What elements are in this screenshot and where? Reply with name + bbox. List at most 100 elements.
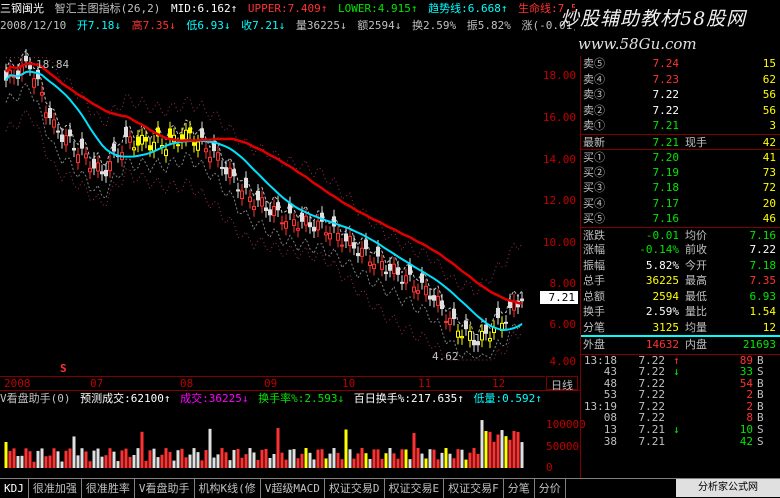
forecast-volume: 预测成交:62100↑ (80, 392, 171, 405)
stat-row: 分笔 3125 均量 12 (583, 320, 776, 334)
volume-chart[interactable] (0, 406, 545, 476)
upper-value: UPPER:7.409↑ (247, 2, 328, 15)
tab-warrant-f[interactable]: 权证交易F (444, 479, 504, 498)
candle-body (24, 55, 28, 62)
volume-bar (408, 459, 412, 468)
indicator-name[interactable]: 智汇主图指标(26,2) (55, 2, 161, 15)
tab-ticks[interactable]: 分笔 (504, 479, 535, 498)
candle-body (28, 65, 32, 70)
volume-bar (252, 452, 256, 468)
volume-bar (248, 448, 252, 468)
candle-body (264, 207, 268, 211)
site-watermark: 炒股辅助教材58股网 www.58Gu.com (560, 4, 780, 56)
date-tick: 11 (418, 377, 432, 390)
bid-row-5[interactable]: 买⑤ 7.16 46 (581, 211, 780, 227)
candle-body (476, 341, 480, 346)
candle-body (460, 336, 464, 339)
volume-indicator-name[interactable]: V看盘助手(0) (0, 392, 71, 405)
watermark-title: 炒股辅助教材58股网 (560, 8, 747, 30)
volume-bar (516, 431, 520, 468)
tab-accurate-winrate[interactable]: 很准胜率 (82, 479, 135, 498)
volume-bar (244, 454, 248, 468)
volume-bar (112, 451, 116, 468)
period-selector[interactable]: 日线 (546, 376, 578, 392)
tab-kdj[interactable]: KDJ (0, 479, 29, 498)
candle-body (240, 190, 244, 200)
volume-bar (416, 448, 420, 468)
tab-v-macd[interactable]: V超级MACD (261, 479, 325, 498)
candlestick-chart[interactable] (0, 34, 545, 376)
candle-body (352, 242, 356, 249)
ask-row-5[interactable]: 卖⑤ 7.24 15 (581, 56, 780, 72)
stock-name[interactable]: 三钢闽光 (0, 2, 44, 15)
tab-institution-k[interactable]: 机构K线(修 (195, 479, 261, 498)
tick-row: 38 7.21 42 S (603, 434, 764, 448)
indicator-line (5, 49, 523, 336)
volume-bar (72, 436, 76, 468)
bid-row-4[interactable]: 买④ 7.17 20 (581, 196, 780, 212)
volume-bar (200, 460, 204, 468)
candle-body (92, 158, 96, 169)
low-price-label: 4.62 (432, 350, 459, 363)
candle-body (148, 145, 152, 151)
candle-body (392, 263, 396, 274)
quote-close: 收7.21↓ (241, 19, 286, 32)
candle-body (84, 153, 88, 159)
ask-row-1[interactable]: 卖① 7.21 3 (581, 118, 780, 134)
price-tick: 16.00 (542, 111, 576, 124)
volume-bar (8, 451, 12, 468)
ask-row-2[interactable]: 卖② 7.22 56 (581, 103, 780, 119)
candle-body (300, 212, 304, 222)
volume-bar (488, 431, 492, 468)
tab-warrant-e[interactable]: 权证交易E (385, 479, 445, 498)
candle-body (364, 239, 368, 250)
ask-row-4[interactable]: 卖④ 7.23 62 (581, 72, 780, 88)
volume-bar (236, 448, 240, 468)
candle-body (236, 189, 240, 192)
tab-price-volume[interactable]: 分价 (535, 479, 566, 498)
volume-bar (504, 436, 508, 468)
candle-body (76, 154, 80, 164)
volume-bar (136, 448, 140, 468)
volume-bar (392, 453, 396, 468)
candle-body (324, 232, 328, 236)
tab-accurate-plus[interactable]: 很准加强 (29, 479, 82, 498)
volume-bar (300, 453, 304, 468)
candle-body (176, 144, 180, 147)
candle-body (360, 247, 364, 257)
candle-body (428, 295, 432, 300)
bid-row-2[interactable]: 买② 7.19 73 (581, 165, 780, 181)
tick-list[interactable]: 13:18 7.22 ↑ 89 B 43 7.22 ↓ 33 S 48 7.22 54 B 53 7.2… (581, 353, 780, 448)
quote-high: 高7.35↓ (131, 19, 176, 32)
stat-row: 振幅 5.82% 今开 7.18 (583, 258, 776, 272)
volume-bar (156, 457, 160, 468)
volume-bar (100, 456, 104, 468)
volume-bar (180, 448, 184, 468)
candle-body (280, 222, 284, 225)
stat-row: 涨幅 -0.14% 前收 7.22 (583, 243, 776, 256)
candle-body (188, 127, 192, 134)
candle-body (480, 330, 484, 341)
volume-bar (452, 458, 456, 468)
volume-bar (456, 449, 460, 468)
tab-warrant-d[interactable]: 权证交易D (325, 479, 385, 498)
bid-row-3[interactable]: 买③ 7.18 72 (581, 180, 780, 196)
candle-body (304, 215, 308, 226)
candle-body (268, 209, 272, 216)
volume-bar (88, 461, 92, 468)
volume-bar (356, 453, 360, 468)
volume-bar (336, 453, 340, 468)
ask-row-3[interactable]: 卖③ 7.22 56 (581, 87, 780, 103)
volume-bar (96, 448, 100, 468)
volume-bar (464, 459, 468, 468)
bid-row-1[interactable]: 买① 7.20 41 (581, 149, 780, 165)
candle-body (64, 135, 68, 146)
volume-bar (196, 452, 200, 468)
volume-bar (256, 459, 260, 468)
tab-v-assistant[interactable]: V看盘助手 (135, 479, 195, 498)
volume-bar (424, 458, 428, 468)
candle-body (416, 290, 420, 294)
quote-turnover: 换2.59% (411, 19, 457, 32)
watermark-url: www.58Gu.com (578, 35, 697, 53)
candle-body (384, 271, 388, 275)
